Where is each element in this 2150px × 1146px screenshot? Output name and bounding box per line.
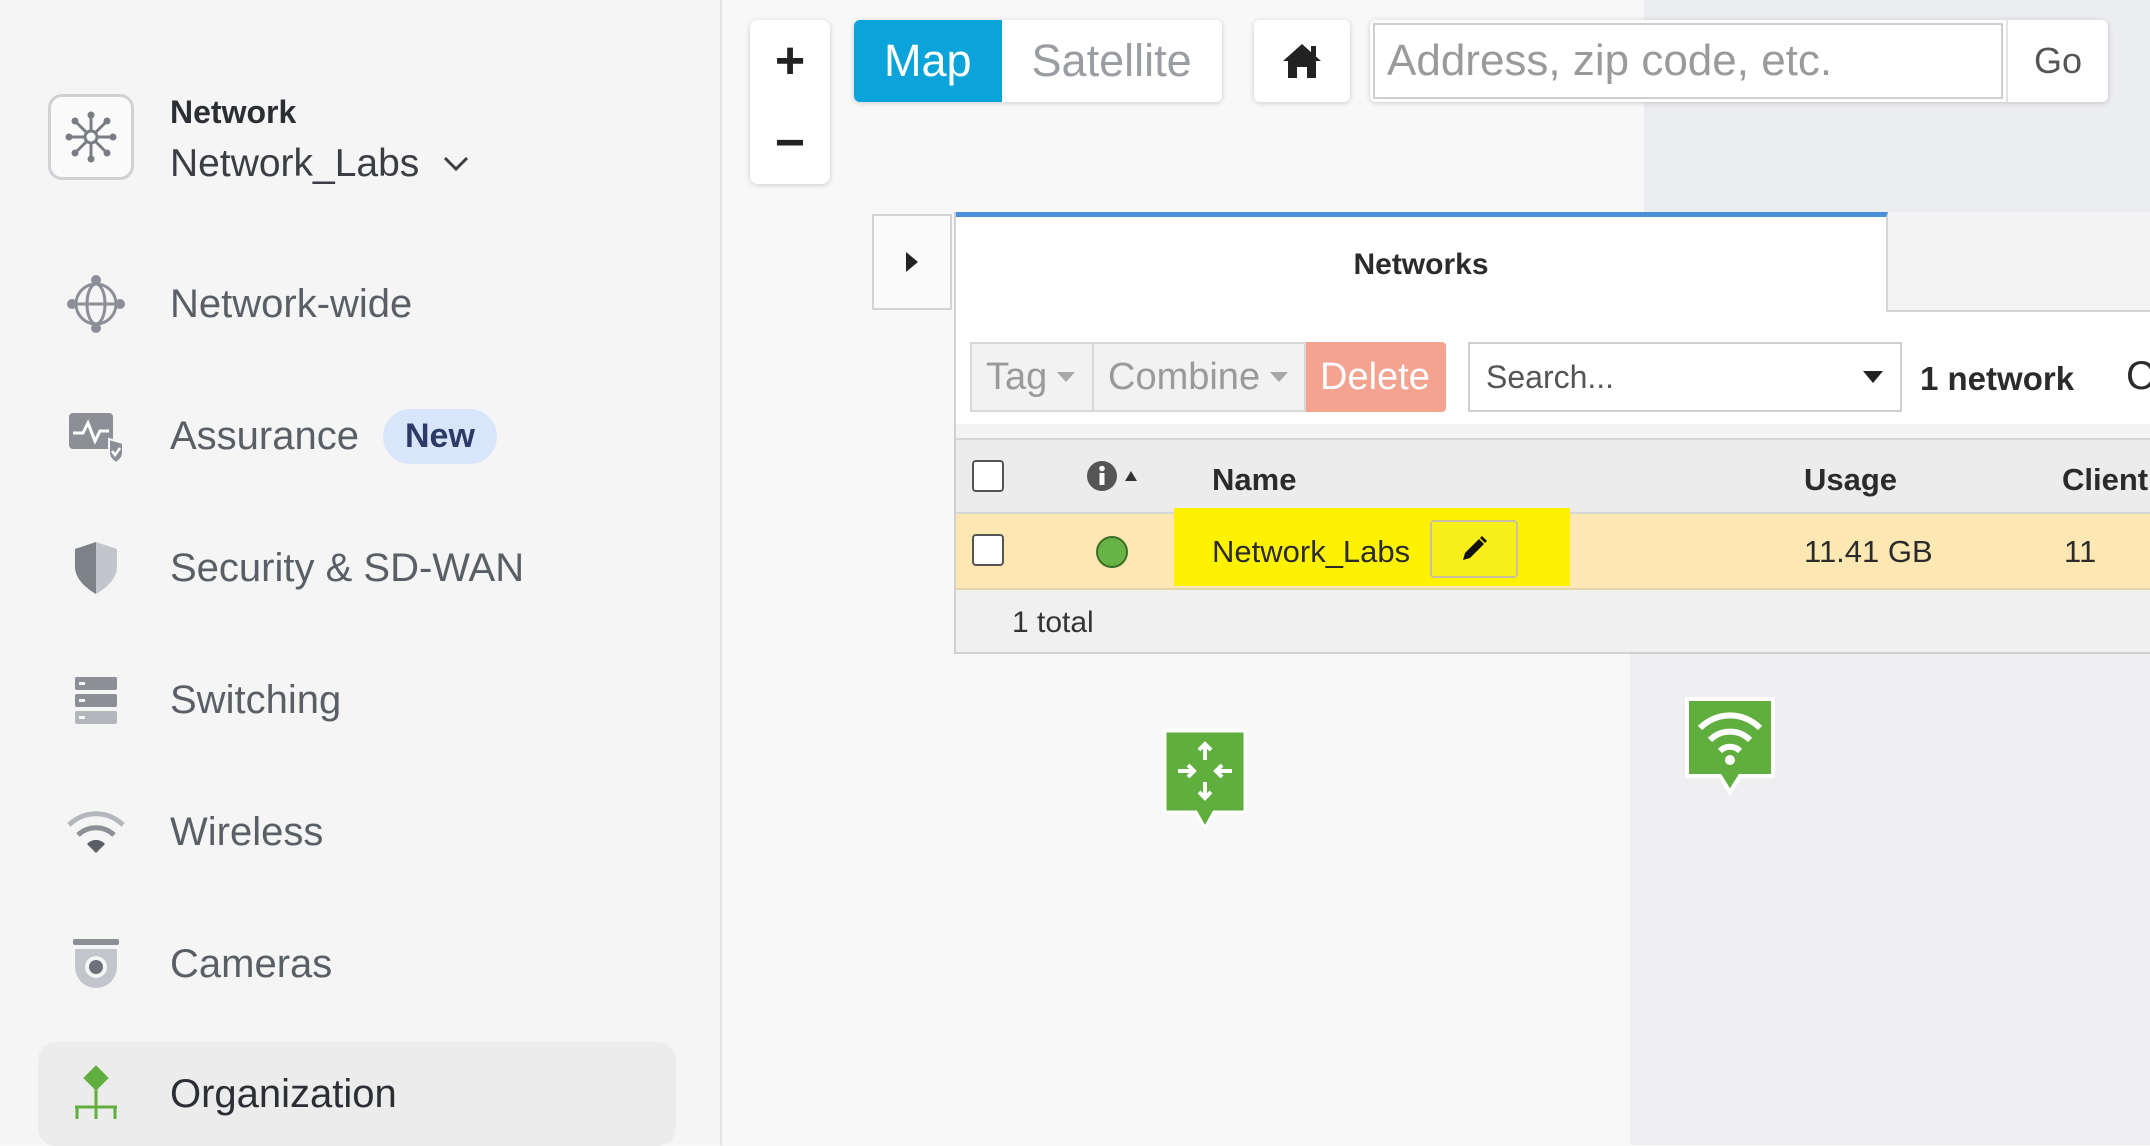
networks-panel: Networks Tag Combine Delete Search... 1 … [954,212,2150,654]
caret-down-icon [1863,371,1883,383]
status-online-indicator [1096,536,1128,568]
column-header-name[interactable]: Name [1212,462,1296,498]
table-header: Name Usage Client [956,438,2150,514]
map-pin-access-point[interactable] [1682,694,1778,807]
sidebar-item-label: Assurance [170,413,359,458]
row-checkbox[interactable] [972,534,1004,566]
caret-down-icon [1057,372,1076,382]
home-icon [1283,44,1321,78]
search-placeholder: Search... [1486,358,1615,395]
map-type-map-button[interactable]: Map [854,20,1002,102]
sidebar-item-cameras[interactable]: Cameras [38,914,676,1014]
combine-button[interactable]: Combine [1092,342,1306,412]
network-name-dropdown[interactable]: Network_Labs [170,142,469,186]
combine-label: Combine [1108,355,1261,398]
organization-icon [60,1058,132,1130]
sidebar-item-network-wide[interactable]: Network-wide [38,254,676,354]
network-icon [48,94,134,180]
network-name-link[interactable]: Network_Labs [1212,534,1410,570]
total-count: 1 total [1012,606,1094,639]
caret-right-icon [906,252,918,272]
zoom-out-button[interactable]: − [750,102,830,184]
column-header-clients[interactable]: Client [2062,462,2148,498]
clients-cell: 11 [2064,534,2097,569]
info-icon [1087,461,1117,491]
sidebar-item-organization[interactable]: Organization [38,1042,676,1146]
pencil-icon [1463,536,1487,560]
sidebar-item-label: Network-wide [170,281,413,326]
tag-label: Tag [986,355,1048,398]
sidebar-item-label: Security & SD-WAN [170,545,525,590]
network-search-select[interactable]: Search... [1468,342,1902,412]
panel-toggle-button[interactable] [872,214,952,310]
network-caption: Network [170,94,297,130]
shield-icon [60,532,132,604]
delete-button[interactable]: Delete [1306,342,1446,412]
caret-down-icon [1270,372,1289,382]
sort-asc-icon [1125,471,1137,481]
sidebar-item-label: Cameras [170,941,333,986]
sidebar-item-assurance[interactable]: Assurance New [38,386,676,486]
address-input[interactable] [1373,23,2003,99]
camera-icon [60,928,132,1000]
new-badge: New [382,408,497,464]
go-button[interactable]: Go [2006,20,2108,102]
switch-icon [60,664,132,736]
map-type-toggle: Map Satellite [854,20,1222,102]
globe-icon [60,268,132,340]
assurance-icon [60,400,132,472]
zoom-control: + − [750,20,830,184]
sidebar-item-wireless[interactable]: Wireless [38,782,676,882]
sidebar-item-label: Switching [170,677,342,722]
address-search: Go [1370,20,2108,102]
network-count: 1 network [1920,360,2075,397]
sidebar: Network Network_Labs Network-wide Assura… [0,0,722,1146]
edit-name-button[interactable] [1430,520,1518,578]
zoom-in-button[interactable]: + [750,20,830,102]
truncated-control[interactable]: C [2126,354,2150,399]
networks-toolbar: Tag Combine Delete Search... 1 network C [956,312,2150,424]
table-footer: 1 total [956,590,2150,652]
wifi-icon [60,796,132,868]
column-header-usage[interactable]: Usage [1804,462,1897,498]
map-area[interactable]: + − Map Satellite Go Networks Tag Combin… [722,0,2150,1145]
tag-button[interactable]: Tag [970,342,1094,412]
sidebar-item-security-sd-wan[interactable]: Security & SD-WAN [38,518,676,618]
sidebar-item-label: Organization [170,1071,397,1116]
home-button[interactable] [1254,20,1350,102]
usage-cell: 11.41 GB [1804,534,1933,569]
network-name: Network_Labs [170,142,420,185]
wifi-ap-icon [1685,697,1775,796]
map-type-satellite-button[interactable]: Satellite [1001,20,1222,102]
sidebar-item-switching[interactable]: Switching [38,650,676,750]
tab-networks[interactable]: Networks [956,212,1888,312]
status-column-header[interactable] [1086,460,1138,492]
sidebar-item-label: Wireless [170,809,324,854]
select-all-checkbox[interactable] [972,460,1004,492]
router-icon [1163,729,1247,832]
chevron-down-icon [444,156,469,172]
table-row[interactable]: Network_Labs 11.41 GB 11 [956,508,2150,590]
map-pin-router[interactable] [1162,728,1248,837]
